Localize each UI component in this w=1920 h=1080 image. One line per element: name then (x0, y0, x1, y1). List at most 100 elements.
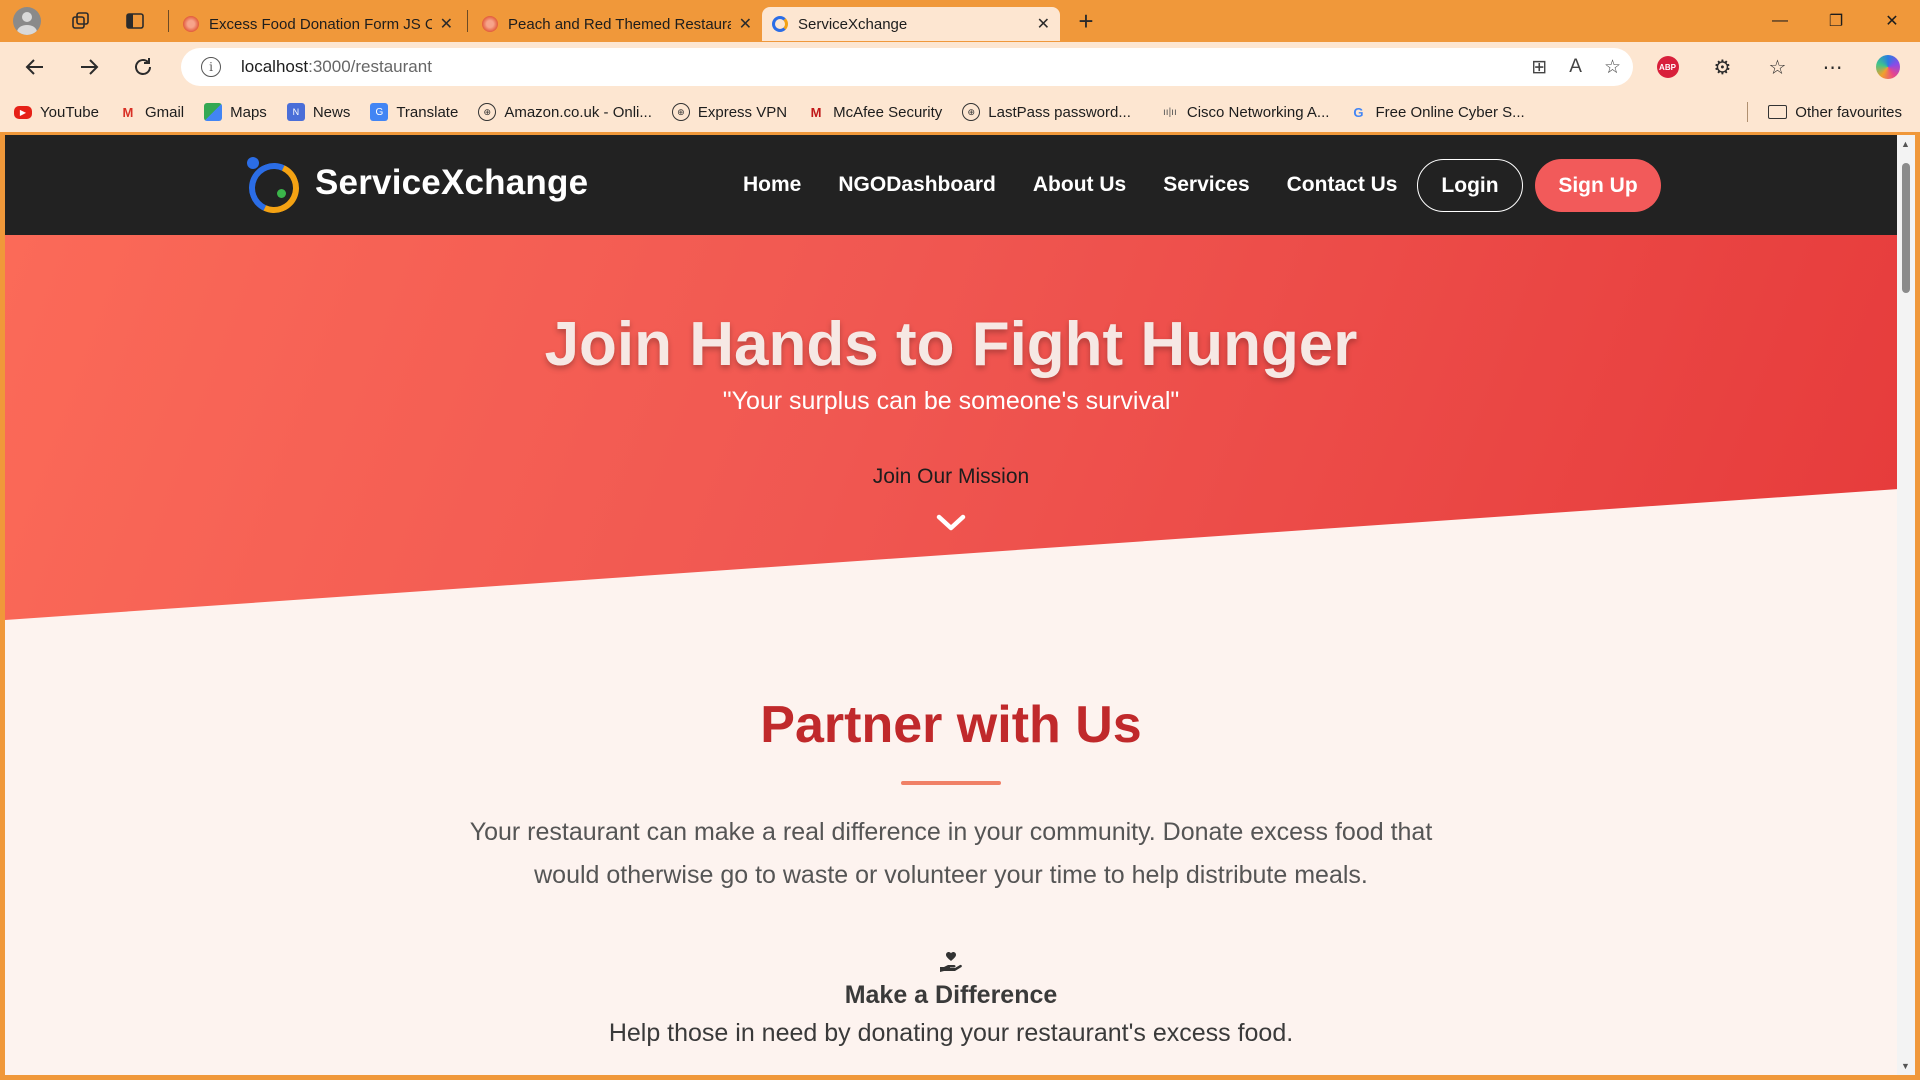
bookmark-maps[interactable]: Maps (204, 103, 267, 121)
adblock-icon: ABP (1656, 56, 1679, 78)
window-controls: — ❐ ✕ (1752, 0, 1920, 42)
tab-separator (467, 10, 468, 32)
partner-title: Partner with Us (760, 696, 1142, 754)
servicexchange-favicon-icon (772, 16, 788, 32)
forward-button[interactable] (62, 42, 116, 92)
bookmark-cyber[interactable]: G Free Online Cyber S... (1349, 103, 1524, 121)
url-text: localhost:3000/restaurant (241, 57, 432, 76)
youtube-icon: ▶ (14, 105, 32, 119)
bookmarks-divider (1747, 102, 1748, 122)
tab-peach-red[interactable]: Peach and Red Themed Restaurar ✕ (472, 7, 762, 41)
bookmark-translate[interactable]: G Translate (370, 103, 458, 121)
site-navbar: ServiceXchange Home NGODashboard About U… (5, 135, 1897, 235)
page-viewport: ServiceXchange Home NGODashboard About U… (5, 135, 1897, 1075)
partner-description: Your restaurant can make a real differen… (469, 818, 1433, 889)
chevron-down-icon[interactable] (933, 511, 969, 535)
hero-banner (5, 235, 1897, 620)
refresh-button[interactable] (116, 42, 170, 92)
hand-holding-heart-icon (940, 952, 962, 972)
login-button[interactable]: Login (1417, 159, 1523, 212)
maps-icon (204, 103, 223, 121)
other-favourites[interactable]: Other favourites (1768, 92, 1902, 132)
vertical-tabs-button[interactable] (114, 0, 156, 42)
cisco-icon: ıı|ıı (1163, 106, 1177, 118)
nav-contact-us[interactable]: Contact Us (1287, 173, 1398, 197)
page-scrollbar[interactable]: ▲ ▼ (1897, 135, 1915, 1075)
main-nav: Home NGODashboard About Us Services Cont… (743, 135, 1435, 235)
mcafee-icon: M (810, 104, 822, 120)
scrollbar-thumb[interactable] (1902, 163, 1910, 293)
bookmarks-bar: ▶ YouTube M Gmail Maps N News G Translate ⊕ A… (0, 92, 1920, 132)
refresh-icon (135, 58, 151, 75)
tab-title: ServiceXchange (798, 15, 908, 33)
globe-icon: ⊕ (671, 103, 690, 121)
copilot-button[interactable] (1860, 55, 1915, 79)
hero-quote: "Your surplus can be someone's survival" (722, 387, 1180, 415)
workspaces-icon (72, 12, 89, 29)
bookmark-youtube[interactable]: ▶ YouTube (14, 104, 99, 121)
close-tab-icon[interactable]: ✕ (739, 14, 752, 34)
servicexchange-logo-icon[interactable] (241, 153, 307, 221)
profile-button[interactable] (6, 0, 48, 42)
back-button[interactable] (8, 42, 62, 92)
nav-about-us[interactable]: About Us (1033, 173, 1126, 197)
feature-title: Make a Difference (844, 981, 1058, 1009)
bookmark-mcafee[interactable]: M McAfee Security (807, 103, 943, 121)
bookmark-cisco[interactable]: ıı|ıı Cisco Networking A... (1161, 103, 1329, 121)
minimize-icon[interactable]: — (1752, 0, 1808, 42)
tab-title: Excess Food Donation Form JS Co (209, 15, 432, 33)
signup-button[interactable]: Sign Up (1535, 159, 1661, 212)
join-mission-link[interactable]: Join Our Mission (5, 465, 1897, 489)
google-icon: G (1353, 104, 1364, 120)
adblock-extension-button[interactable]: ABP (1640, 56, 1695, 78)
news-icon: N (286, 103, 305, 121)
feature-text: Help those in need by donating your rest… (608, 1019, 1294, 1047)
folder-icon (1768, 105, 1788, 119)
bookmark-news[interactable]: N News (286, 103, 350, 121)
site-info-icon[interactable]: i (201, 57, 221, 77)
nav-ngodashboard[interactable]: NGODashboard (838, 173, 996, 197)
globe-icon: ⊕ (962, 103, 981, 121)
scroll-up-icon[interactable]: ▲ (1901, 139, 1910, 149)
close-tab-icon[interactable]: ✕ (440, 14, 453, 34)
bookmark-gmail[interactable]: M Gmail (119, 103, 185, 121)
gmail-icon: M (122, 104, 134, 120)
browser-window: Excess Food Donation Form JS Co ✕ Peach … (0, 0, 1920, 1080)
restore-icon[interactable]: ❐ (1808, 0, 1864, 42)
back-arrow-icon (25, 59, 43, 75)
peach-favicon-icon (482, 16, 498, 32)
favorites-icon[interactable]: ☆ (1750, 55, 1805, 80)
copilot-icon (1875, 55, 1900, 79)
app-available-icon[interactable]: ⊞ (1531, 56, 1547, 79)
workspaces-button[interactable] (60, 0, 102, 42)
favorite-star-icon[interactable]: ☆ (1604, 56, 1621, 79)
scroll-down-icon[interactable]: ▼ (1901, 1061, 1910, 1071)
close-tab-icon[interactable]: ✕ (1037, 14, 1050, 34)
tab-excess-food[interactable]: Excess Food Donation Form JS Co ✕ (173, 7, 463, 41)
profile-avatar-icon (13, 7, 41, 35)
brand-name[interactable]: ServiceXchange (315, 163, 588, 203)
tab-actions-icon (126, 13, 144, 29)
tab-strip: Excess Food Donation Form JS Co ✕ Peach … (0, 0, 1920, 42)
nav-home[interactable]: Home (743, 173, 801, 197)
browser-toolbar: i localhost:3000/restaurant ⊞ A ☆ ABP ⚙ … (0, 42, 1920, 92)
bookmark-amazon[interactable]: ⊕ Amazon.co.uk - Onli... (478, 103, 652, 121)
tab-servicexchange[interactable]: ServiceXchange ✕ (762, 7, 1060, 41)
bookmark-lastpass[interactable]: ⊕ LastPass password... (962, 103, 1131, 121)
title-underline (901, 781, 1001, 785)
hero-title: Join Hands to Fight Hunger (544, 310, 1358, 379)
nav-services[interactable]: Services (1163, 173, 1249, 197)
close-window-icon[interactable]: ✕ (1864, 0, 1920, 42)
extensions-icon[interactable]: ⚙ (1695, 55, 1750, 80)
translate-icon: G (370, 103, 389, 121)
address-bar[interactable]: i localhost:3000/restaurant ⊞ A ☆ (181, 48, 1633, 86)
peach-favicon-icon (183, 16, 199, 32)
tab-title: Peach and Red Themed Restaurar (508, 15, 731, 33)
bookmark-expressvpn[interactable]: ⊕ Express VPN (671, 103, 787, 121)
new-tab-button[interactable]: + (1068, 6, 1104, 37)
read-aloud-icon[interactable]: A (1569, 56, 1582, 78)
more-options-icon[interactable]: ⋯ (1805, 55, 1860, 80)
globe-icon: ⊕ (478, 103, 497, 121)
tab-separator (168, 10, 169, 32)
forward-arrow-icon (81, 59, 99, 75)
